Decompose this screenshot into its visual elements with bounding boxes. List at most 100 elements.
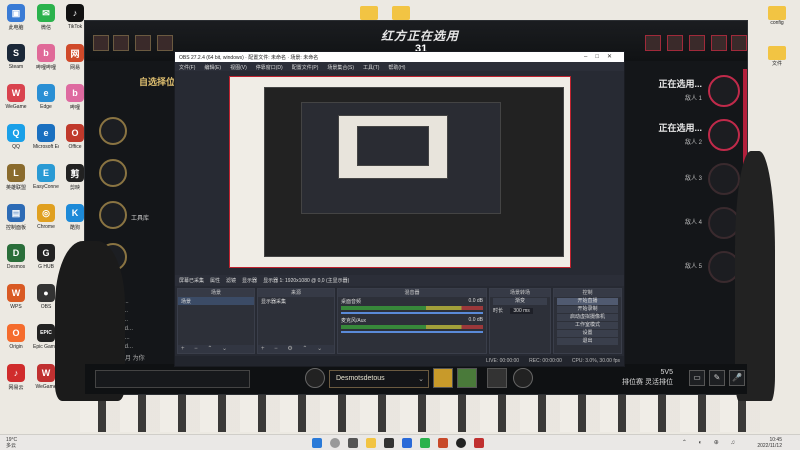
ban-slot bbox=[157, 35, 173, 51]
menu-item[interactable]: 工具(T) bbox=[363, 64, 379, 71]
obs-icon[interactable] bbox=[456, 438, 466, 448]
controls-list: 开始直播 开始录制 启动虚拟摄像机 工作室模式 设置 退出 bbox=[554, 298, 621, 345]
sources-toolbar[interactable]: + − ⚙ ⌃ ⌄ bbox=[258, 345, 334, 353]
control-button[interactable]: 启动虚拟摄像机 bbox=[557, 314, 618, 321]
app-icon: ♪ bbox=[66, 4, 84, 22]
weather-text: 多云 bbox=[6, 443, 17, 449]
menu-item[interactable]: 配置文件(P) bbox=[292, 64, 319, 71]
chat-icon[interactable]: ▭ bbox=[689, 370, 705, 386]
control-button[interactable]: 设置 bbox=[557, 330, 618, 337]
league-icon[interactable] bbox=[474, 438, 484, 448]
desktop-icon-label: 英雄联盟 bbox=[5, 185, 26, 191]
obs-preview[interactable] bbox=[229, 76, 571, 268]
wechat-icon[interactable] bbox=[420, 438, 430, 448]
desktop-icon[interactable]: Q QQ bbox=[3, 124, 29, 150]
desktop-icon[interactable]: e Edge bbox=[33, 84, 59, 110]
task-view-icon[interactable] bbox=[348, 438, 358, 448]
menu-item[interactable]: 停靠窗口(D) bbox=[256, 64, 283, 71]
ally-slot[interactable] bbox=[99, 201, 127, 229]
summoner-dropdown[interactable]: Desmotsdetous ⌄ bbox=[329, 370, 429, 388]
menu-item[interactable]: 帮助(H) bbox=[388, 64, 405, 71]
ally-slot[interactable] bbox=[99, 117, 127, 145]
volume-slider[interactable] bbox=[341, 331, 483, 333]
start-icon[interactable] bbox=[312, 438, 322, 448]
desktop-icon[interactable]: G G HUB bbox=[33, 244, 59, 270]
enemy-label: 敌人 2 bbox=[684, 140, 702, 146]
nested-preview bbox=[338, 115, 448, 179]
app-icon: 剪 bbox=[66, 164, 84, 182]
source-toolbar-item[interactable]: 显示器 bbox=[242, 277, 257, 284]
menu-item[interactable]: 文件(F) bbox=[179, 64, 195, 71]
menu-item[interactable]: 视图(V) bbox=[230, 64, 247, 71]
menu-item[interactable]: 编辑(E) bbox=[204, 64, 221, 71]
status-item: CPU: 3.0%, 30.00 fps bbox=[571, 358, 620, 364]
ally-slot[interactable] bbox=[99, 159, 127, 187]
source-toolbar-item[interactable]: 滤镜 bbox=[226, 277, 236, 284]
desktop-icon[interactable]: W WPS bbox=[3, 284, 29, 310]
control-button[interactable]: 开始录制 bbox=[557, 306, 618, 313]
system-tray[interactable]: ⌃ ◐ ⊕ ♫ bbox=[682, 439, 740, 446]
control-button[interactable]: 退出 bbox=[557, 338, 618, 345]
scene-item[interactable]: 场景 bbox=[178, 297, 254, 305]
obs-window: OBS 27.2.4 (64 bit, windows) · 配置文件: 未命名… bbox=[174, 51, 625, 367]
chevron-down-icon: ⌄ bbox=[418, 376, 424, 383]
desktop-icon[interactable]: O Origin bbox=[3, 324, 29, 350]
desktop-icon-label: Origin bbox=[9, 344, 23, 350]
summoner-spell-flash[interactable] bbox=[433, 368, 453, 388]
file-explorer-icon[interactable] bbox=[366, 438, 376, 448]
source-toolbar-item[interactable]: 屏幕已采集 bbox=[179, 277, 204, 284]
desktop-icon[interactable]: ▤ 控制面板 bbox=[3, 204, 29, 231]
clock[interactable]: 10:45 2022/11/12 bbox=[757, 437, 782, 449]
volume-slider[interactable] bbox=[341, 312, 483, 314]
desktop-folder-files[interactable]: 文件 bbox=[764, 46, 790, 67]
desktop-folder[interactable] bbox=[388, 6, 414, 20]
chat-input[interactable] bbox=[95, 370, 250, 388]
emote-button[interactable] bbox=[305, 368, 325, 388]
microphone-icon[interactable]: 🎤 bbox=[729, 370, 745, 386]
taskbar: 19°C 多云 ⌃ ◐ ⊕ ♫ 10:45 2022/11/12 bbox=[0, 434, 800, 450]
folder-label: 文件 bbox=[771, 61, 782, 67]
desktop-folder[interactable] bbox=[356, 6, 382, 20]
skin-button[interactable] bbox=[487, 368, 507, 388]
desktop-icon[interactable]: e Microsoft Edge bbox=[33, 124, 59, 150]
transition-select[interactable]: 渐变 bbox=[493, 298, 547, 305]
app-icon[interactable] bbox=[438, 438, 448, 448]
scenes-toolbar[interactable]: + − ⌃ ⌄ bbox=[178, 345, 254, 353]
summoner-spell-ignite[interactable] bbox=[457, 368, 477, 388]
desktop-icon-label: Microsoft Edge bbox=[33, 144, 59, 150]
sources-dock: 来源 显示器采集 + − ⚙ ⌃ ⌄ bbox=[257, 288, 335, 354]
weather-widget[interactable]: 19°C 多云 bbox=[6, 437, 17, 449]
mixer-channel: 桌面音频 0.0 dB bbox=[338, 297, 486, 314]
desktop-icon[interactable]: D Desmos bbox=[3, 244, 29, 270]
edge-icon[interactable] bbox=[402, 438, 412, 448]
desktop-icon[interactable]: ◎ Chrome bbox=[33, 204, 59, 230]
desktop-icon-label: Steam bbox=[8, 64, 24, 70]
desktop-icon[interactable]: ♪ 网易云 bbox=[3, 364, 29, 391]
desktop-icon[interactable]: W WeGame bbox=[3, 84, 29, 110]
desktop-icon[interactable]: ▣ 此电脑 bbox=[3, 4, 29, 31]
wallpaper-figures bbox=[80, 392, 760, 432]
source-toolbar-item[interactable]: 显示器 1: 1920x1080 @ 0,0 (主显示器) bbox=[263, 277, 349, 284]
app-icon: EPIC bbox=[37, 324, 55, 342]
window-controls[interactable]: –□✕ bbox=[584, 53, 620, 60]
source-toolbar-item[interactable]: 属性 bbox=[210, 277, 220, 284]
rune-button[interactable] bbox=[513, 368, 533, 388]
scenes-dock: 场景 场景 + − ⌃ ⌄ bbox=[177, 288, 255, 354]
menu-item[interactable]: 场景集合(S) bbox=[327, 64, 354, 71]
app-icon: 网 bbox=[66, 44, 84, 62]
desktop-icon[interactable]: b 哔哩哔哩 bbox=[33, 44, 59, 71]
obs-source-toolbar: 屏幕已采集 属性 滤镜 显示器 显示器 1: 1920x1080 @ 0,0 (主显示器… bbox=[175, 275, 624, 286]
source-item[interactable]: 显示器采集 bbox=[258, 297, 334, 305]
desktop-folder-config[interactable]: config bbox=[764, 6, 790, 26]
desktop-icon[interactable]: L 英雄联盟 bbox=[3, 164, 29, 191]
desktop-icon[interactable]: ✉ 微信 bbox=[33, 4, 59, 31]
controls-title: 控制 bbox=[554, 289, 621, 297]
desktop-icon[interactable]: S Steam bbox=[3, 44, 29, 70]
app-icon[interactable] bbox=[384, 438, 394, 448]
duration-input[interactable]: 300 ms bbox=[510, 308, 533, 314]
control-button[interactable]: 工作室模式 bbox=[557, 322, 618, 329]
notes-icon[interactable]: ✎ bbox=[709, 370, 725, 386]
search-icon[interactable] bbox=[330, 438, 340, 448]
control-button[interactable]: 开始直播 bbox=[557, 298, 618, 305]
desktop-icon[interactable]: E EasyConnect bbox=[33, 164, 59, 190]
